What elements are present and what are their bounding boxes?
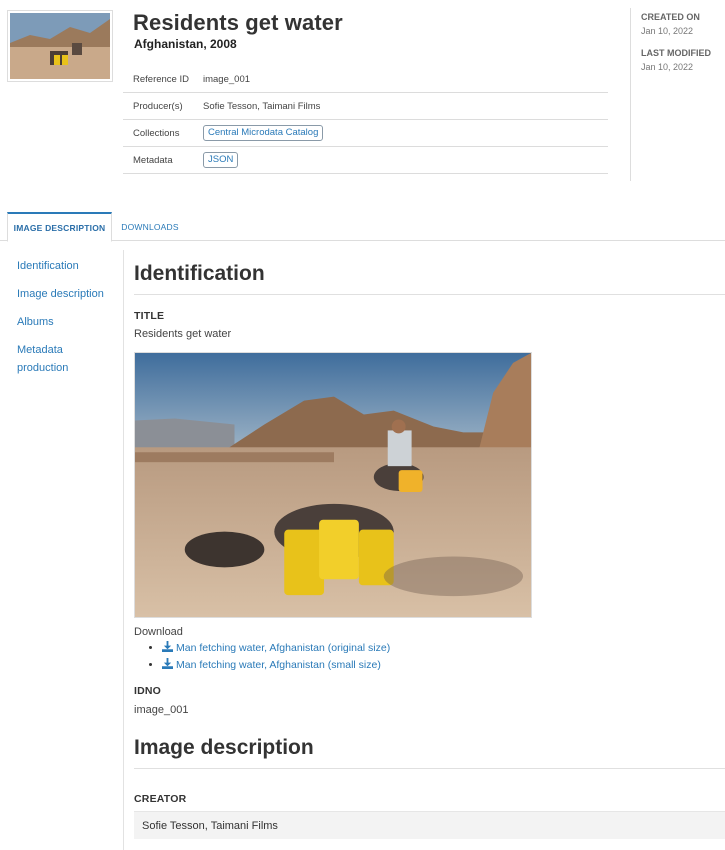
- metadata-table: Reference ID image_001 Producer(s) Sofie…: [123, 66, 608, 174]
- dates-panel: CREATED ON Jan 10, 2022 LAST MODIFIED Ja…: [641, 12, 711, 84]
- nav-metadata-production[interactable]: Metadata production: [17, 341, 112, 377]
- meta-label: Reference ID: [133, 73, 189, 85]
- nav-image-description[interactable]: Image description: [17, 285, 112, 303]
- side-navigation: Identification Image description Albums …: [17, 257, 112, 387]
- created-value: Jan 10, 2022: [641, 26, 694, 36]
- download-icon: [162, 641, 173, 652]
- meta-row-reference: Reference ID image_001: [123, 66, 608, 93]
- download-item[interactable]: Man fetching water, Afghanistan (small s…: [162, 657, 725, 674]
- page-subtitle: Afghanistan, 2008: [134, 37, 237, 51]
- download-original-link[interactable]: Man fetching water, Afghanistan (origina…: [176, 642, 390, 654]
- meta-row-producers: Producer(s) Sofie Tesson, Taimani Films: [123, 93, 608, 120]
- title-value: Residents get water: [134, 328, 232, 340]
- download-label: Download: [134, 626, 183, 638]
- idno-label: IDNO: [134, 685, 162, 697]
- section-heading-identification: Identification: [134, 262, 725, 295]
- page-title: Residents get water: [133, 10, 343, 35]
- divider: [630, 8, 631, 181]
- idno-value: image_001: [134, 704, 189, 716]
- creator-label: CREATOR: [134, 793, 187, 805]
- created-label: CREATED ON: [641, 12, 700, 22]
- meta-label: Collections: [133, 127, 180, 139]
- meta-value: Sofie Tesson, Taimani Films: [203, 100, 321, 112]
- json-link[interactable]: JSON: [203, 152, 239, 168]
- download-list: Man fetching water, Afghanistan (origina…: [134, 640, 725, 674]
- meta-label: Metadata: [133, 154, 173, 166]
- main-content: Identification TITLE Residents get water: [134, 262, 725, 839]
- modified-label: LAST MODIFIED: [641, 48, 711, 58]
- tab-bar: IMAGE DESCRIPTION DOWNLOADS: [0, 212, 725, 242]
- thumbnail-image: [7, 10, 113, 82]
- creator-value: Sofie Tesson, Taimani Films: [134, 811, 725, 839]
- meta-row-metadata: Metadata JSON: [123, 147, 608, 174]
- tab-downloads[interactable]: DOWNLOADS: [112, 212, 188, 241]
- meta-value: image_001: [203, 73, 251, 85]
- download-small-link[interactable]: Man fetching water, Afghanistan (small s…: [176, 659, 381, 671]
- title-label: TITLE: [134, 310, 165, 322]
- download-icon: [162, 658, 173, 669]
- collection-link[interactable]: Central Microdata Catalog: [203, 125, 324, 141]
- meta-label: Producer(s): [133, 100, 183, 112]
- nav-identification[interactable]: Identification: [17, 257, 112, 275]
- section-heading-image-description: Image description: [134, 736, 725, 769]
- download-item[interactable]: Man fetching water, Afghanistan (origina…: [162, 640, 725, 657]
- tab-image-description[interactable]: IMAGE DESCRIPTION: [7, 212, 112, 242]
- divider: [123, 250, 124, 850]
- main-photo: [134, 352, 532, 618]
- modified-value: Jan 10, 2022: [641, 62, 694, 72]
- meta-row-collections: Collections Central Microdata Catalog: [123, 120, 608, 147]
- nav-albums[interactable]: Albums: [17, 313, 112, 331]
